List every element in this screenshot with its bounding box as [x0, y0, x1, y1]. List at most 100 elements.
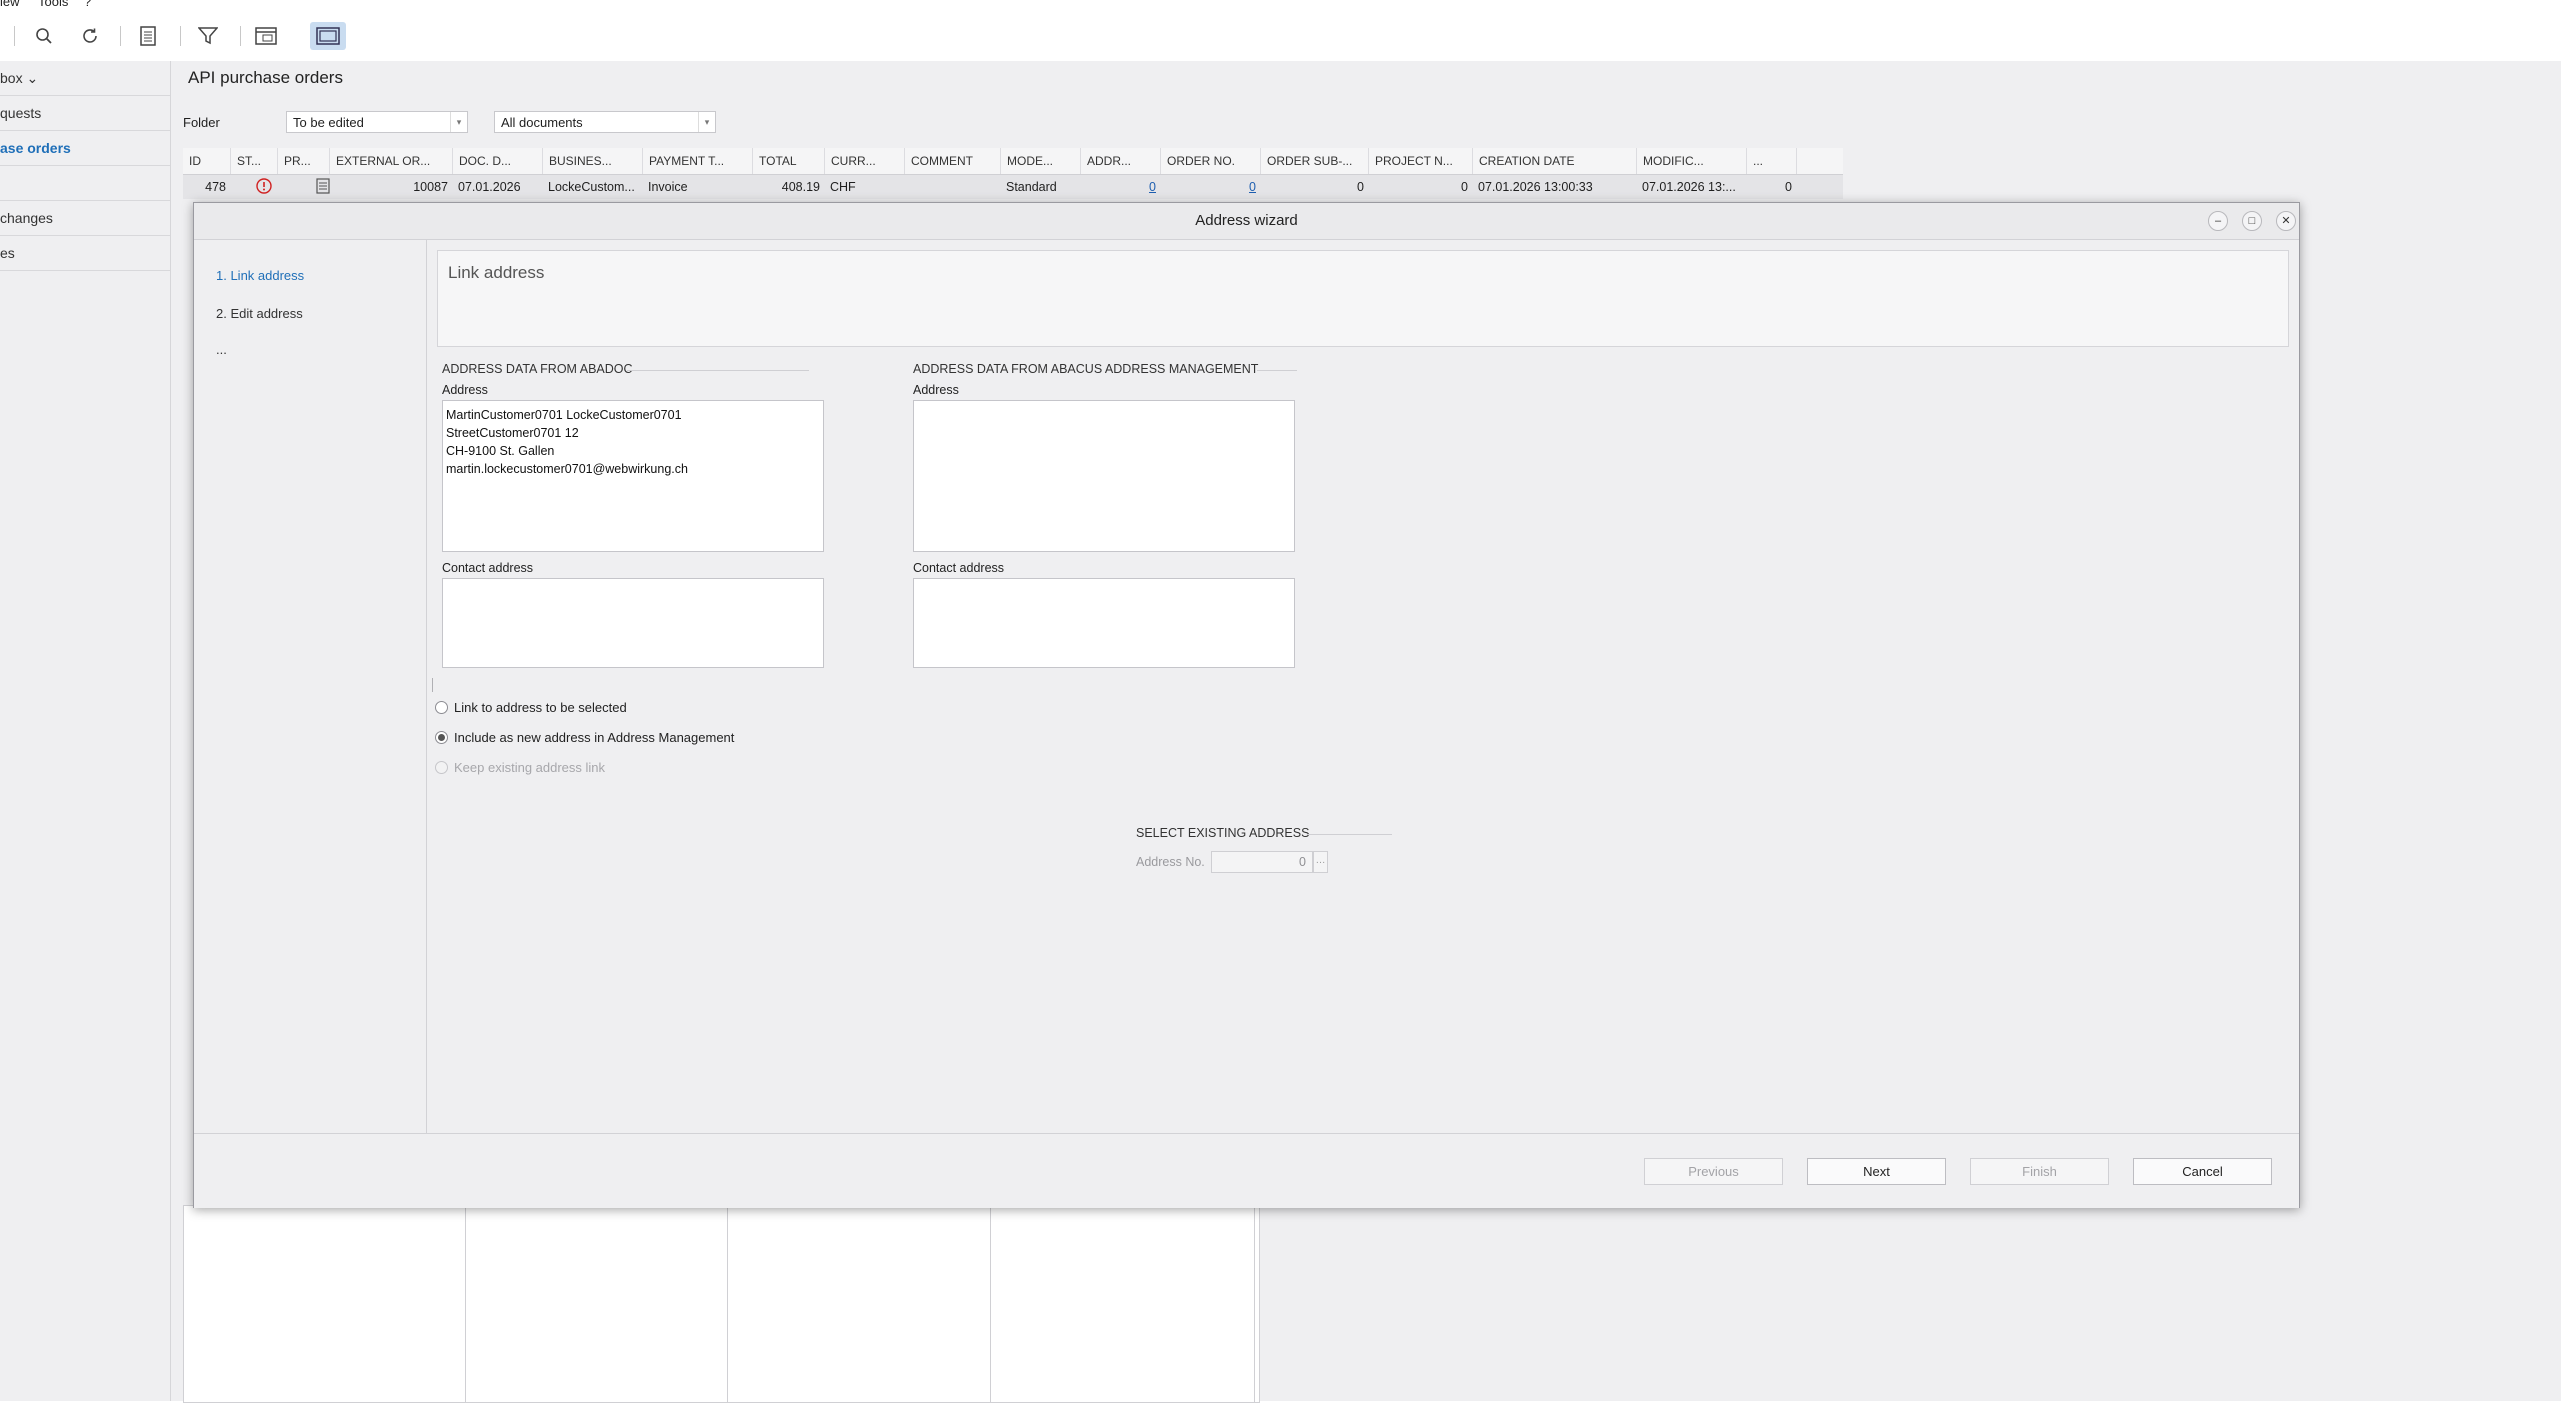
folder-select-value: To be edited [293, 115, 364, 130]
option-label: Keep existing address link [454, 760, 606, 775]
cell-external: 10087 [413, 180, 448, 194]
address-line: CH-9100 St. Gallen [446, 444, 555, 458]
splitter-handle[interactable] [432, 678, 433, 692]
col-creation-date[interactable]: CREATION DATE [1473, 148, 1637, 174]
col-order-no[interactable]: ORDER NO. [1161, 148, 1261, 174]
cell-doc-date: 07.01.2026 [458, 180, 521, 194]
abacus-contact-field[interactable] [913, 578, 1295, 668]
document-icon[interactable] [134, 22, 162, 50]
nav-item-purchase-orders[interactable]: ase orders [0, 131, 170, 166]
option-label: Include as new address in Address Manage… [454, 730, 735, 745]
address-link[interactable]: 0 [1149, 180, 1156, 194]
grid-header: ID ST... PR... EXTERNAL OR... DOC. D... … [183, 148, 1843, 175]
folder-select[interactable]: To be edited ▾ [286, 111, 468, 133]
panel-divider [990, 1206, 991, 1402]
chevron-down-icon: ▾ [698, 112, 715, 132]
address-no-field: 0 [1211, 851, 1313, 873]
order-no-link[interactable]: 0 [1249, 180, 1256, 194]
address-line: martin.lockecustomer0701@webwirkung.ch [446, 462, 688, 476]
cancel-button[interactable]: Cancel [2133, 1158, 2272, 1185]
abacus-address-field[interactable] [913, 400, 1295, 552]
col-project[interactable]: PROJECT N... [1369, 148, 1473, 174]
abacus-address-label: Address [913, 383, 959, 397]
cell-project: 0 [1461, 180, 1468, 194]
option-keep-existing: Keep existing address link [435, 760, 605, 775]
option-include-new[interactable]: Include as new address in Address Manage… [435, 730, 734, 745]
col-order-sub[interactable]: ORDER SUB-... [1261, 148, 1369, 174]
col-external[interactable]: EXTERNAL OR... [330, 148, 453, 174]
panel-divider [727, 1206, 728, 1402]
select-existing-section-title: SELECT EXISTING ADDRESS [1136, 826, 1310, 840]
finish-button[interactable]: Finish [1970, 1158, 2109, 1185]
radio-include-new[interactable] [435, 731, 448, 744]
col-pr[interactable]: PR... [278, 148, 330, 174]
refresh-icon[interactable] [76, 22, 104, 50]
minimize-icon[interactable]: – [2208, 211, 2228, 231]
col-comment[interactable]: COMMENT [905, 148, 1001, 174]
panels-icon[interactable] [310, 22, 346, 50]
option-label: Link to address to be selected [454, 700, 627, 715]
step-edit-address[interactable]: 2. Edit address [216, 306, 303, 321]
cell-address-link[interactable]: 0 [1081, 175, 1161, 199]
col-payment[interactable]: PAYMENT T... [643, 148, 753, 174]
maximize-icon[interactable]: □ [2242, 211, 2262, 231]
col-more[interactable]: ... [1747, 148, 1797, 174]
col-address[interactable]: ADDR... [1081, 148, 1161, 174]
error-icon [251, 175, 275, 199]
step-link-address[interactable]: 1. Link address [216, 268, 304, 283]
left-navigation: box ⌄ quests ase orders changes es [0, 61, 171, 1401]
col-status[interactable]: ST... [231, 148, 278, 174]
dialog-title: Address wizard [194, 203, 2299, 240]
menu-tools[interactable]: Tools [38, 0, 68, 8]
col-doc-date[interactable]: DOC. D... [453, 148, 543, 174]
radio-link-address[interactable] [435, 701, 448, 714]
menu-help[interactable]: ? [84, 0, 91, 8]
step-more: ... [216, 342, 227, 357]
cell-order-sub: 0 [1357, 180, 1364, 194]
step-header-title: Link address [448, 263, 545, 282]
nav-item-es[interactable]: es [0, 236, 170, 271]
documents-select[interactable]: All documents ▾ [494, 111, 716, 133]
cell-payment: Invoice [648, 180, 688, 194]
filter-icon[interactable] [194, 22, 222, 50]
nav-item-empty[interactable] [0, 166, 170, 201]
address-no-label: Address No. [1136, 855, 1205, 869]
menu-view[interactable]: iew [0, 0, 20, 8]
window-icon[interactable] [252, 22, 280, 50]
previous-button[interactable]: Previous [1644, 1158, 1783, 1185]
section-divider [627, 370, 809, 371]
nav-item-requests[interactable]: quests [0, 96, 170, 131]
cell-business: LockeCustom... [548, 180, 635, 194]
col-id[interactable]: ID [183, 148, 231, 174]
next-button[interactable]: Next [1807, 1158, 1946, 1185]
cell-order-no-link[interactable]: 0 [1161, 175, 1261, 199]
col-mode[interactable]: MODE... [1001, 148, 1081, 174]
col-total[interactable]: TOTAL [753, 148, 825, 174]
cell-id: 478 [205, 180, 226, 194]
col-business[interactable]: BUSINES... [543, 148, 643, 174]
col-currency[interactable]: CURR... [825, 148, 905, 174]
nav-item-changes[interactable]: changes [0, 201, 170, 236]
wizard-footer: Previous Next Finish Cancel [194, 1133, 2299, 1208]
toolbar-separator [180, 26, 181, 46]
panel-divider [465, 1206, 466, 1402]
section-divider [1307, 834, 1392, 835]
abadoc-section-title: ADDRESS DATA FROM ABADOC [442, 362, 633, 376]
col-modified[interactable]: MODIFIC... [1637, 148, 1747, 174]
toolbar-separator [120, 26, 121, 46]
search-icon[interactable] [30, 22, 58, 50]
cell-comment [905, 175, 1001, 199]
abacus-section-title: ADDRESS DATA FROM ABACUS ADDRESS MANAGEM… [913, 362, 1259, 376]
close-icon[interactable]: ✕ [2276, 211, 2296, 231]
abadoc-address-field[interactable]: MartinCustomer0701 LockeCustomer0701 Str… [442, 400, 824, 552]
abadoc-contact-field[interactable] [442, 578, 824, 668]
option-link-address[interactable]: Link to address to be selected [435, 700, 627, 715]
table-row[interactable]: 478 10087 07.01.2026 LockeCustom... Invo… [183, 175, 1843, 199]
nav-item-inbox[interactable]: box ⌄ [0, 61, 170, 96]
address-wizard-dialog: Address wizard – □ ✕ 1. Link address 2. … [193, 202, 2300, 1208]
toolbar [0, 16, 2561, 52]
abadoc-address-label: Address [442, 383, 488, 397]
cell-last: 0 [1785, 180, 1792, 194]
cell-currency: CHF [830, 180, 856, 194]
detail-panel [183, 1205, 1260, 1403]
